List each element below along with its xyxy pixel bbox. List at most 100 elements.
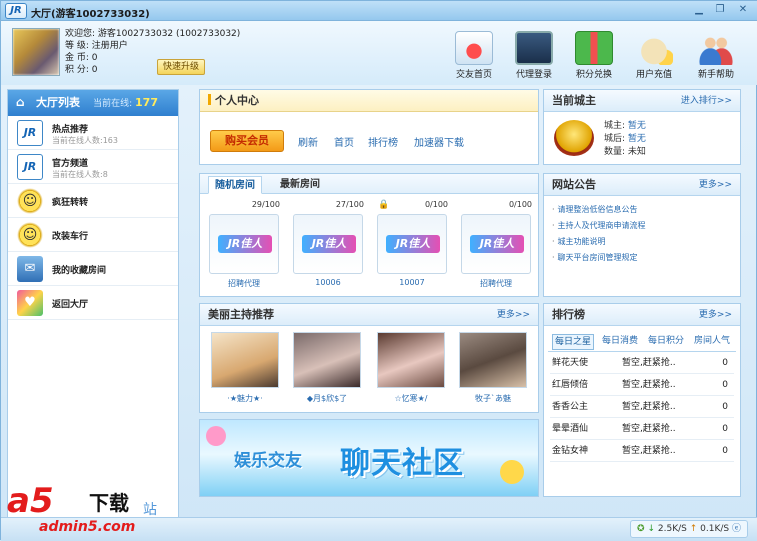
host-card[interactable]: 牧子`あ魅 [458,332,528,404]
rank-holder[interactable]: 暂空,赶紧抢.. [622,374,676,396]
upload-arrow-icon: ↑ [689,524,698,534]
home-link[interactable]: 首页 [334,134,354,149]
smiley-icon: ☺ [17,188,43,214]
watermark: a5 下载 站 admin5.com [1,479,181,539]
tab-daily-star[interactable]: 每日之星 [552,334,595,350]
notice-item[interactable]: 聊天平台房间管理规定 [552,250,732,266]
room-thumbnail[interactable]: JR佳人 [293,214,363,274]
close-button[interactable]: ✕ [735,4,751,18]
table-row: 金钻女神 暂空,赶紧抢.. 0 [550,440,734,462]
minimize-button[interactable]: ▁ [691,4,707,18]
nav-points-exchange[interactable]: 积分兑换 [569,31,619,80]
points-label: 积 分: [65,65,89,75]
leaderboard-link[interactable]: 排行榜 [368,134,398,149]
tab-random-rooms[interactable]: 随机房间 [208,176,262,194]
room-name[interactable]: 10006 [292,278,364,287]
sidebar-item-official[interactable]: JR 官方频道 当前在线人数:8 [8,150,178,184]
room-logo: JR佳人 [470,235,524,253]
host-photo[interactable] [293,332,361,388]
avatar[interactable] [12,28,60,76]
tab-new-rooms[interactable]: 最新房间 [274,176,326,194]
room-thumbnail[interactable]: JR佳人 [377,214,447,274]
host-card[interactable]: ☆忆寒★/ [376,332,446,404]
nav-user-recharge[interactable]: 用户充值 [629,31,679,80]
jr-logo-icon: JR [17,154,43,180]
level-label: 等 级: [65,41,89,51]
nav-label: 新手帮助 [697,70,734,80]
host-card[interactable]: ◆月$欣$了 [292,332,362,404]
table-row: 红唇倾倍 暂空,赶紧抢.. 0 [550,374,734,396]
room-name[interactable]: 10007 [376,278,448,287]
room-thumbnail[interactable]: JR佳人 [209,214,279,274]
room-name[interactable]: 招聘代理 [460,278,532,289]
nav-dating-home[interactable]: 交友首页 [449,31,499,80]
notice-more-link[interactable]: 更多>> [699,174,732,196]
room-card[interactable]: 29/100 JR佳人 招聘代理 [208,200,280,289]
welcome-text: 欢迎您: 游客1002733032 (1002733032) [65,29,241,39]
rank-name: 金钻女神 [552,446,589,456]
notice-item[interactable]: 城主功能说明 [552,234,732,250]
rank-value: 0 [722,380,728,390]
rank-holder[interactable]: 暂空,赶紧抢.. [622,440,676,462]
network-icon[interactable]: ✪ [637,524,645,534]
flower-decoration [500,460,524,484]
table-row: 鲜花天使 暂空,赶紧抢.. 0 [550,352,734,374]
nav-agent-login[interactable]: 代理登录 [509,31,559,80]
sidebar-item-spin[interactable]: ☺ 疯狂转转 [8,184,178,218]
notice-list: 请理整治低俗信息公告 主持人及代理商申请流程 城主功能说明 聊天平台房间管理规定 [544,196,740,272]
room-count: 29/100 [251,200,280,209]
buy-vip-button[interactable]: 购买会员 [210,130,284,152]
room-card[interactable]: 27/100 JR佳人 10006 [292,200,364,287]
tab-room-popularity[interactable]: 房间人气 [692,334,732,350]
nav-label: 积分兑换 [575,70,612,80]
host-photo[interactable] [377,332,445,388]
ranking-panel: 排行榜 更多>> 每日之星 每日消费 每日积分 房间人气 鲜花天使 暂空,赶紧抢… [543,303,741,497]
host-photo[interactable] [211,332,279,388]
sidebar-item-label: 返回大厅 [52,300,89,310]
notice-item[interactable]: 主持人及代理商申请流程 [552,218,732,234]
host-photo[interactable] [459,332,527,388]
lobby-sidebar: ⌂ 大厅列表 当前在线: 177 JR 热点推荐 当前在线人数:163 JR 官… [7,89,179,521]
rank-more-link[interactable]: 更多>> [699,304,732,326]
app-logo-icon: JR [5,3,27,19]
notice-item[interactable]: 请理整治低俗信息公告 [552,202,732,218]
maximize-button[interactable]: ❐ [712,4,728,18]
rank-holder[interactable]: 暂空,赶紧抢.. [622,352,676,374]
gold-label: 金 币: [65,53,89,63]
enter-ranking-link[interactable]: 进入排行>> [681,90,732,112]
tab-daily-spend[interactable]: 每日消费 [600,334,640,350]
castle-info: 城主: 暂无 城后: 暂无 数量: 未知 [604,121,646,157]
room-tabs: 随机房间 最新房间 [200,174,538,194]
sidebar-item-back[interactable]: ♥ 返回大厅 [8,286,178,320]
title-bar[interactable]: JR 大厅(游客1002733032) ▁ ❐ ✕ [1,1,757,21]
sidebar-item-car[interactable]: ☺ 改装车行 [8,218,178,252]
browser-icon[interactable]: ⓔ [732,524,741,534]
host-name: ◆月$欣$了 [306,394,348,403]
panel-title: 美丽主持推荐 [208,308,274,321]
monitor-icon [515,31,553,65]
host-card[interactable]: ·★魅力★· [210,332,280,404]
home-icon[interactable]: ⌂ [16,96,30,109]
ad-banner[interactable]: 娱乐交友 聊天社区 [199,419,539,497]
nav-label: 交友首页 [455,70,492,80]
nav-newbie-help[interactable]: 新手帮助 [691,31,741,80]
window-title: 大厅(游客1002733032) [31,9,150,20]
tab-daily-points[interactable]: 每日积分 [646,334,686,350]
sidebar-item-hot[interactable]: JR 热点推荐 当前在线人数:163 [8,116,178,150]
rank-holder[interactable]: 暂空,赶紧抢.. [622,418,676,440]
sidebar-header: ⌂ 大厅列表 当前在线: 177 [8,90,178,116]
sidebar-item-label: 我的收藏房间 [52,266,107,276]
room-card[interactable]: 🔒 0/100 JR佳人 10007 [376,200,448,287]
panel-header: 网站公告 更多>> [544,174,740,196]
room-card[interactable]: 0/100 JR佳人 招聘代理 [460,200,532,289]
hosts-more-link[interactable]: 更多>> [497,304,530,326]
sidebar-item-favorites[interactable]: ✉ 我的收藏房间 [8,252,178,286]
rank-holder[interactable]: 暂空,赶紧抢.. [622,396,676,418]
online-count: 当前在线: 177 [93,96,158,109]
room-thumbnail[interactable]: JR佳人 [461,214,531,274]
refresh-link[interactable]: 刷新 [298,134,318,149]
room-count: 27/100 [335,200,364,209]
room-name[interactable]: 招聘代理 [208,278,280,289]
accelerator-download-link[interactable]: 加速器下载 [414,134,464,149]
quick-upgrade-button[interactable]: 快速升级 [157,59,205,75]
